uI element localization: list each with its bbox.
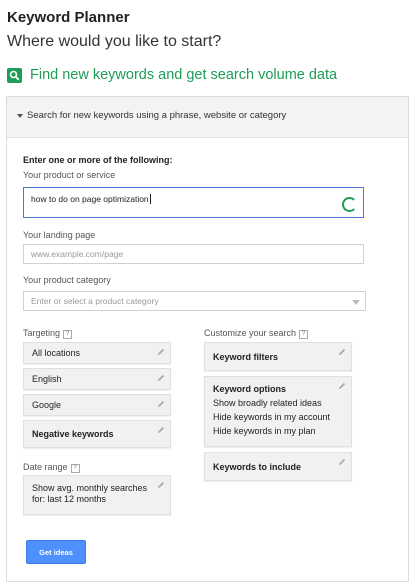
help-icon[interactable]: ? [70,464,80,473]
customize-label: Customize your search? [204,328,309,339]
date-range-label: Date range? [23,462,80,473]
pencil-icon[interactable] [157,481,165,491]
intro-label: Enter one or more of the following: [23,155,173,165]
pencil-icon[interactable] [157,426,165,436]
targeting-label: Targeting? [23,328,73,339]
help-icon[interactable]: ? [63,330,73,339]
location-value: All locations [32,348,81,358]
keyword-options-card[interactable]: Keyword options Show broadly related ide… [204,376,352,447]
help-icon[interactable]: ? [299,330,309,339]
keyword-options-line2: Hide keywords in my account [213,412,331,422]
keyword-options-line3: Hide keywords in my plan [213,426,316,436]
pencil-icon[interactable] [338,382,346,392]
negative-keywords-card[interactable]: Negative keywords [23,420,171,448]
section-title: Find new keywords and get search volume … [30,67,338,83]
caret-down-icon[interactable] [17,114,23,118]
date-range-label-text: Date range [23,462,68,472]
loading-spinner-icon [342,197,357,212]
product-label: Your product or service [23,170,116,180]
network-card[interactable]: Google [23,394,171,416]
location-card[interactable]: All locations [23,342,171,364]
pencil-icon[interactable] [338,458,346,468]
category-select[interactable]: Enter or select a product category [23,291,366,311]
product-input-value: how to do on page optimization [31,194,149,204]
keywords-to-include-card[interactable]: Keywords to include [204,452,352,481]
keyword-options-line1: Show broadly related ideas [213,398,322,408]
keyword-filters-card[interactable]: Keyword filters [204,342,352,371]
section-heading[interactable]: Find new keywords and get search volume … [7,67,337,83]
date-range-card[interactable]: Show avg. monthly searches for: last 12 … [23,475,171,515]
pencil-icon[interactable] [338,348,346,358]
pencil-icon[interactable] [157,348,165,358]
customize-label-text: Customize your search [204,328,297,338]
date-range-line1: Show avg. monthly searches [32,483,148,493]
language-value: English [32,374,62,384]
page-title: Keyword Planner [7,9,130,26]
panel-header-label: Search for new keywords using a phrase, … [27,110,287,121]
panel-header[interactable]: Search for new keywords using a phrase, … [7,97,408,138]
get-ideas-button[interactable]: Get ideas [26,540,86,564]
targeting-label-text: Targeting [23,328,61,338]
landing-label: Your landing page [23,230,96,240]
network-value: Google [32,400,62,410]
dropdown-arrow-icon [352,300,360,305]
keyword-options-title: Keyword options [213,384,287,394]
product-input[interactable]: how to do on page optimization [23,187,364,218]
category-label: Your product category [23,275,111,285]
page-subtitle: Where would you like to start? [7,33,222,50]
search-panel: Search for new keywords using a phrase, … [6,96,409,582]
date-range-line2: for: last 12 months [32,494,107,504]
search-icon [7,67,22,83]
keywords-to-include-label: Keywords to include [213,461,302,472]
negative-keywords-label: Negative keywords [32,429,114,439]
language-card[interactable]: English [23,368,171,390]
landing-placeholder: www.example.com/page [31,249,124,259]
pencil-icon[interactable] [157,374,165,384]
landing-page-input[interactable]: www.example.com/page [23,244,364,264]
pencil-icon[interactable] [157,400,165,410]
category-placeholder: Enter or select a product category [31,296,159,306]
keyword-filters-label: Keyword filters [213,351,279,362]
text-cursor [149,194,151,204]
